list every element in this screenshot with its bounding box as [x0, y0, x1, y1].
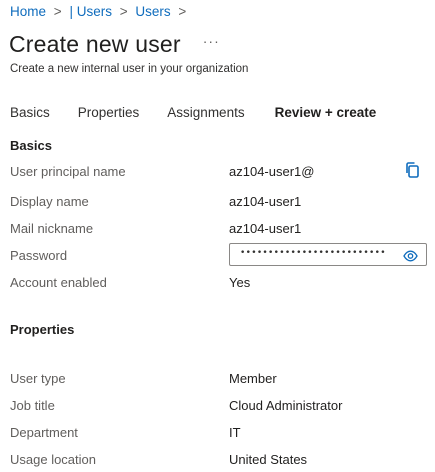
field-label: Password — [10, 248, 68, 263]
tab-assignments[interactable]: Assignments — [167, 105, 244, 120]
wizard-tabs: Basics Properties Assignments Review + c… — [10, 105, 404, 120]
page-subtitle: Create a new internal user in your organ… — [10, 63, 249, 75]
tab-review-create[interactable]: Review + create — [275, 105, 377, 120]
breadcrumb-separator: > — [178, 4, 187, 19]
breadcrumb-separator: > — [53, 4, 62, 19]
password-value: •••••••••••••••••••••••••• — [240, 248, 386, 258]
field-value: az104-user1 — [229, 194, 302, 209]
tab-basics[interactable]: Basics — [10, 105, 50, 120]
password-field[interactable]: •••••••••••••••••••••••••• — [229, 243, 427, 266]
field-label: Mail nickname — [10, 221, 94, 236]
section-heading-basics: Basics — [10, 138, 52, 153]
eye-icon[interactable] — [403, 249, 418, 262]
field-label: User type — [10, 371, 66, 386]
field-value: IT — [229, 425, 241, 440]
field-value: Yes — [229, 275, 251, 290]
field-row-user-principal-name: User principal name az104-user1@ — [10, 164, 425, 184]
field-row-job-title: Job title Cloud Administrator — [10, 398, 425, 418]
page-header: Create new user ··· — [9, 31, 220, 58]
field-value: az104-user1@ — [229, 164, 315, 179]
field-row-account-enabled: Account enabled Yes — [10, 275, 425, 295]
field-row-department: Department IT — [10, 425, 425, 445]
field-label: Usage location — [10, 452, 96, 467]
field-row-user-type: User type Member — [10, 371, 425, 391]
field-row-mail-nickname: Mail nickname az104-user1 — [10, 221, 425, 241]
page-title: Create new user — [9, 31, 181, 57]
tab-properties[interactable]: Properties — [78, 105, 140, 120]
copy-icon[interactable] — [404, 161, 420, 179]
breadcrumb-users-directory[interactable]: | Users — [69, 4, 112, 19]
breadcrumb: Home > | Users > Users > — [10, 4, 190, 19]
field-label: Account enabled — [10, 275, 107, 290]
field-row-display-name: Display name az104-user1 — [10, 194, 425, 214]
field-value: az104-user1 — [229, 221, 302, 236]
field-label: Job title — [10, 398, 55, 413]
field-label: Display name — [10, 194, 89, 209]
breadcrumb-home[interactable]: Home — [10, 4, 46, 19]
field-label: User principal name — [10, 164, 126, 179]
field-value: Member — [229, 371, 277, 386]
field-label: Department — [10, 425, 78, 440]
field-value: Cloud Administrator — [229, 398, 343, 413]
section-heading-properties: Properties — [10, 322, 75, 337]
field-row-usage-location: Usage location United States — [10, 452, 425, 472]
breadcrumb-separator: > — [119, 4, 128, 19]
more-icon[interactable]: ··· — [203, 33, 220, 49]
breadcrumb-users[interactable]: Users — [135, 4, 170, 19]
field-value: United States — [229, 452, 308, 467]
